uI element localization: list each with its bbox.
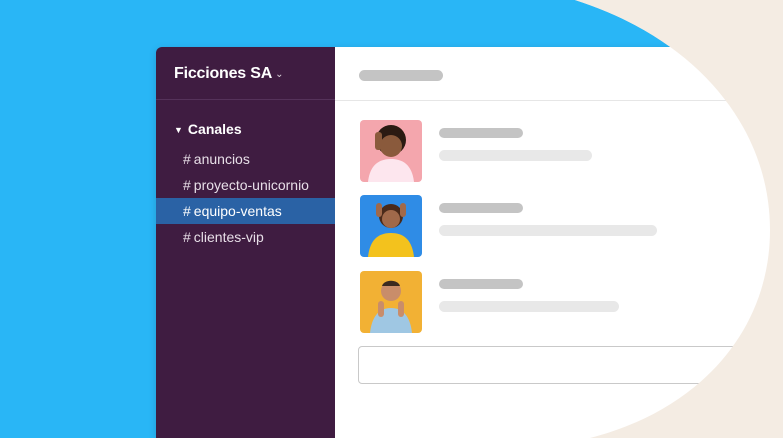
triangle-down-icon: ▼: [174, 125, 183, 135]
author-placeholder: [439, 279, 523, 289]
message-text-placeholder: [439, 225, 657, 236]
channel-name: proyecto-unicornio: [193, 177, 309, 193]
channel-title-placeholder: [359, 70, 443, 81]
author-placeholder: [439, 203, 523, 213]
avatar[interactable]: [360, 271, 422, 333]
person-icon: [368, 125, 414, 182]
channel-hash: #: [183, 229, 191, 245]
section-title: Canales: [187, 121, 242, 137]
sidebar-item-equipo-ventas[interactable]: # equipo-ventas: [156, 198, 335, 224]
message-item: [360, 120, 780, 182]
sidebar-item-proyecto-unicornio[interactable]: # proyecto-unicornio: [156, 172, 335, 198]
workspace-switcher[interactable]: Ficciones SA ⌄: [156, 47, 335, 100]
message-item: [360, 271, 780, 333]
channel-header: [335, 47, 783, 101]
channel-hash: #: [183, 203, 191, 219]
person-icon: [368, 203, 414, 257]
message-item: [360, 195, 780, 257]
channel-name: clientes-vip: [193, 229, 264, 245]
chevron-down-icon: ⌄: [275, 69, 284, 80]
channel-hash: #: [183, 151, 191, 167]
chat-app-window: Ficciones SA ⌄ ▼ Canales # anuncios # proyec…: [156, 47, 783, 438]
workspace-name: Ficciones SA: [174, 65, 273, 82]
sidebar-item-anuncios[interactable]: # anuncios: [156, 146, 335, 172]
person-icon: [370, 280, 412, 333]
sidebar-item-clientes-vip[interactable]: # clientes-vip: [156, 224, 335, 250]
message-text-placeholder: [439, 301, 619, 312]
sidebar: Ficciones SA ⌄ ▼ Canales # anuncios # proyec…: [156, 47, 335, 438]
channels-section-header[interactable]: ▼ Canales: [156, 121, 335, 141]
avatar[interactable]: [360, 195, 422, 257]
channel-name: equipo-ventas: [193, 203, 282, 219]
main-pane: [335, 47, 783, 438]
message-text-placeholder: [439, 150, 592, 161]
author-placeholder: [439, 128, 523, 138]
channel-hash: #: [183, 177, 191, 193]
message-input[interactable]: [358, 346, 778, 384]
channel-name: anuncios: [193, 151, 250, 167]
avatar[interactable]: [360, 120, 422, 182]
